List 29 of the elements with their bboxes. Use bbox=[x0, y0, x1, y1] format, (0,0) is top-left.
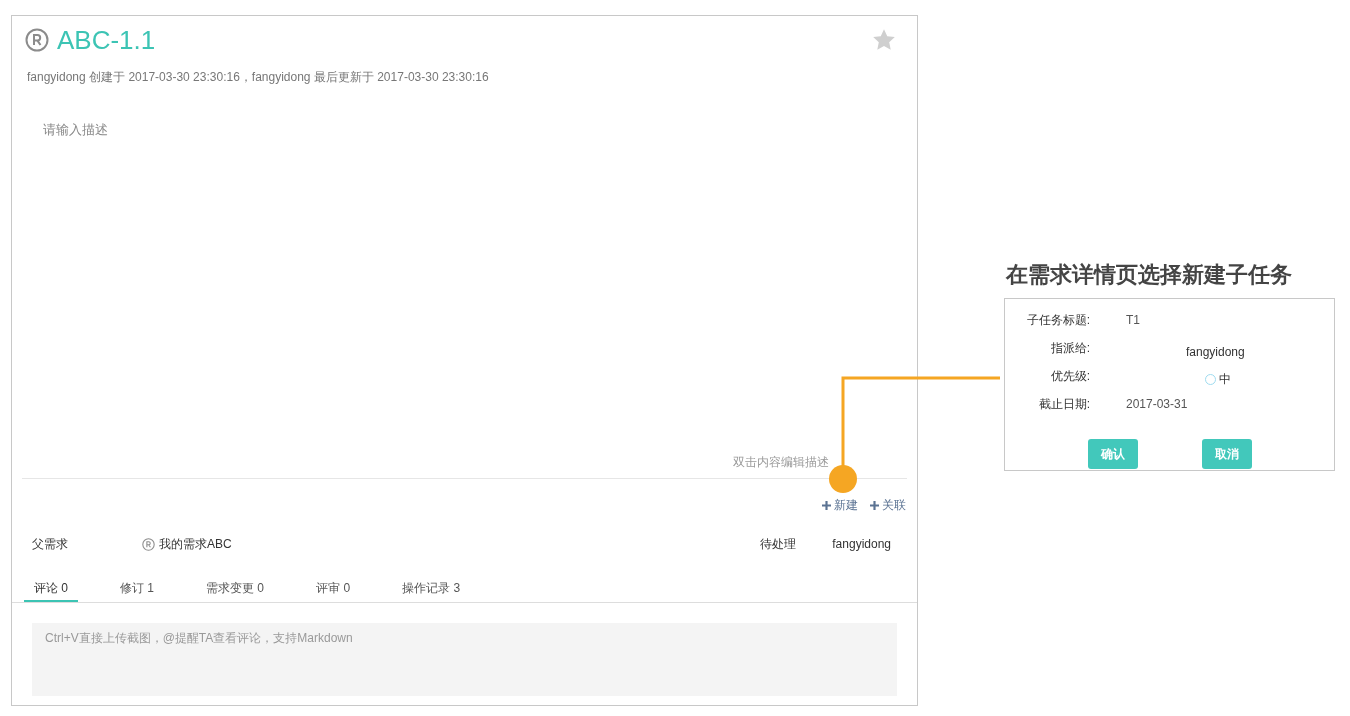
parent-link[interactable]: 我的需求ABC bbox=[159, 535, 232, 553]
field-label: 指派给: bbox=[1049, 340, 1090, 357]
tab[interactable]: 修订 1 bbox=[110, 576, 165, 602]
plus-icon bbox=[822, 500, 831, 510]
field-label: 优先级: bbox=[1049, 368, 1090, 385]
annotation-caption: 在需求详情页选择新建子任务 bbox=[1006, 261, 1293, 289]
edit-hint: 双击内容编辑描述 bbox=[733, 454, 829, 471]
parent-owner: fangyidong bbox=[832, 536, 891, 553]
registered-icon bbox=[25, 28, 49, 52]
radio-label: 中 bbox=[1219, 371, 1231, 388]
plus-icon bbox=[870, 500, 879, 510]
tab[interactable]: 操作记录 3 bbox=[392, 576, 471, 602]
field-label: 截止日期: bbox=[1037, 396, 1090, 413]
action-link[interactable]: 关联 bbox=[870, 496, 906, 514]
star-icon[interactable] bbox=[871, 27, 897, 53]
field-value: 2017-03-31 bbox=[1126, 396, 1188, 413]
issue-meta: fangyidong 创建于 2017-03-30 23:30:16，fangyidong 最后更新于 2017-03-30 23:30:16 bbox=[27, 69, 490, 86]
field-value: T1 bbox=[1126, 312, 1140, 329]
tab[interactable]: 评论 0 bbox=[24, 576, 78, 602]
parent-status: 待处理 bbox=[760, 536, 797, 553]
field-value: fangyidong bbox=[1186, 344, 1245, 361]
tab[interactable]: 评审 0 bbox=[306, 576, 361, 602]
action-link[interactable]: 新建 bbox=[822, 496, 858, 514]
registered-icon bbox=[142, 537, 155, 551]
tab[interactable]: 需求变更 0 bbox=[196, 576, 275, 602]
issue-title: ABC-1.1 bbox=[57, 24, 156, 56]
description-field[interactable]: 请输入描述 bbox=[43, 120, 108, 140]
parent-label: 父需求 bbox=[32, 536, 69, 553]
field-label: 子任务标题: bbox=[1025, 312, 1090, 329]
